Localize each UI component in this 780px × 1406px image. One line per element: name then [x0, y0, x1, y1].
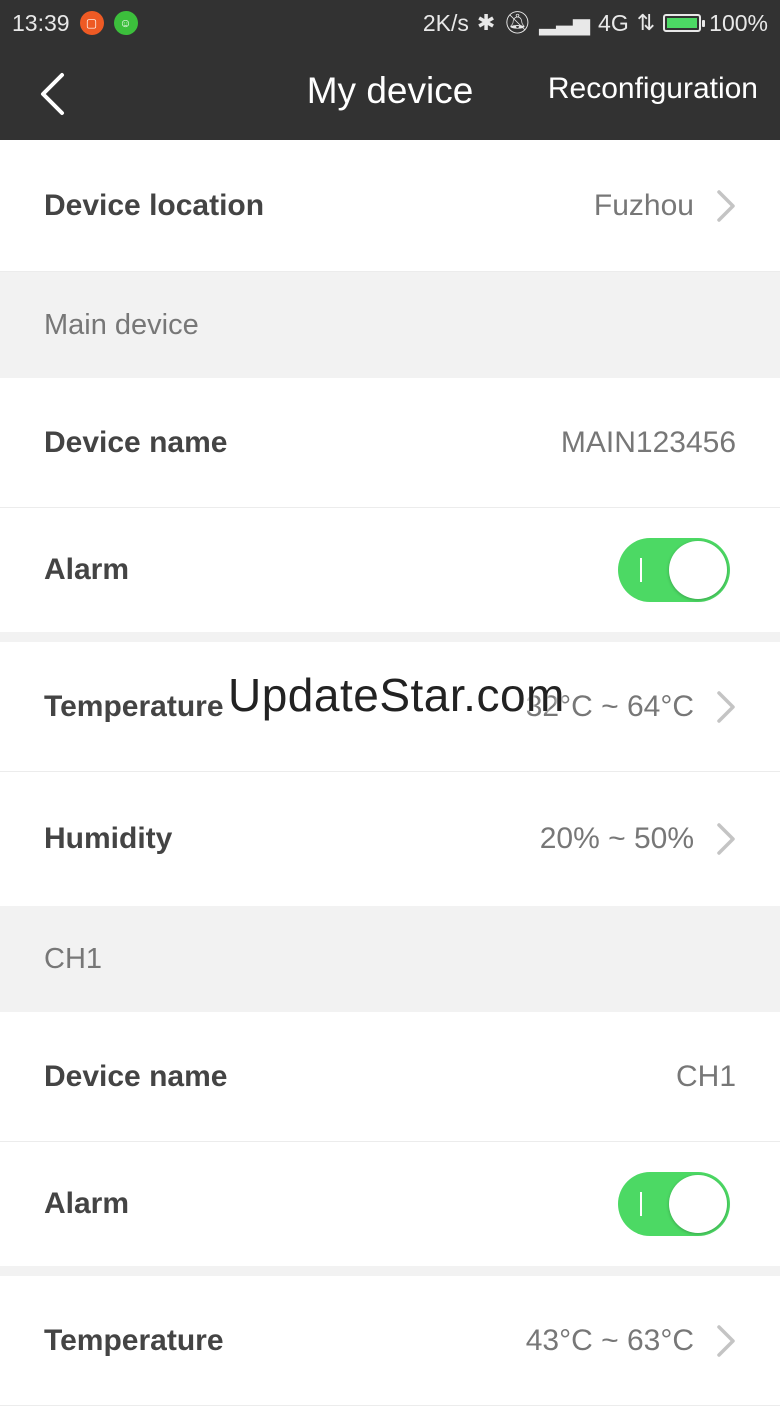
device-settings-list: Device location Fuzhou Main device Devic… — [0, 140, 780, 1406]
main-humidity-row[interactable]: Humidity 20% ~ 50% — [0, 772, 780, 906]
network-speed: 2K/s — [422, 9, 469, 36]
chevron-left-icon — [41, 73, 64, 115]
status-time: 13:39 — [12, 9, 70, 36]
toggle-on-indicator — [640, 558, 642, 582]
toggle-knob — [669, 1175, 727, 1233]
divider — [0, 632, 780, 642]
ch1-alarm-row: Alarm — [0, 1142, 780, 1266]
app-header: My device Reconfiguration — [0, 46, 780, 140]
ch1-temperature-row[interactable]: Temperature 43°C ~ 63°C — [0, 1276, 780, 1406]
chevron-right-icon — [717, 823, 735, 855]
battery-percent: 100% — [709, 9, 768, 36]
battery-icon — [663, 14, 706, 32]
alarm-label: Alarm — [44, 1187, 130, 1220]
ch1-section-header: CH1 — [0, 906, 780, 1012]
back-button[interactable] — [22, 64, 82, 124]
main-device-section-header: Main device — [0, 272, 780, 378]
chevron-right-icon — [717, 690, 735, 723]
signal-icon: ▂▃▅ — [539, 10, 591, 35]
silent-icon: 🔕︎ — [503, 10, 532, 35]
chevron-right-icon — [717, 1324, 735, 1357]
ch1-device-name-row[interactable]: Device name CH1 — [0, 1012, 780, 1142]
device-name-value: CH1 — [675, 1059, 736, 1093]
ch1-alarm-toggle[interactable] — [618, 1172, 730, 1236]
divider — [0, 1266, 780, 1276]
device-location-value: Fuzhou — [593, 188, 694, 222]
temperature-value: 43°C ~ 63°C — [525, 1323, 694, 1357]
device-name-value: MAIN123456 — [560, 425, 736, 459]
main-device-name-row[interactable]: Device name MAIN123456 — [0, 378, 780, 508]
toggle-knob — [669, 541, 727, 599]
status-right: 2K/s ✱ 🔕︎ ▂▃▅ 4G ⇅ 100% — [423, 10, 780, 37]
status-left: 13:39 ▢ ☺ — [0, 10, 138, 37]
status-bar: 13:39 ▢ ☺ 2K/s ✱ 🔕︎ ▂▃▅ 4G ⇅ 100% — [0, 0, 780, 46]
watermark-text: UpdateStar.com — [228, 669, 565, 721]
humidity-label: Humidity — [44, 822, 173, 855]
device-location-row[interactable]: Device location Fuzhou — [0, 140, 780, 272]
humidity-value: 20% ~ 50% — [539, 822, 694, 855]
toggle-on-indicator — [640, 1192, 642, 1216]
data-transfer-icon: ⇅ — [636, 10, 656, 35]
bluetooth-icon: ✱ — [476, 10, 496, 35]
alarm-label: Alarm — [44, 553, 130, 586]
temperature-label: Temperature — [44, 1323, 224, 1357]
main-alarm-toggle[interactable] — [618, 538, 730, 602]
app-notification-icon: ▢ — [79, 11, 104, 35]
chevron-right-icon — [717, 189, 735, 222]
device-name-label: Device name — [44, 1059, 228, 1093]
device-name-label: Device name — [44, 425, 228, 459]
network-type: 4G — [598, 9, 629, 36]
main-alarm-row: Alarm — [0, 508, 780, 632]
device-location-label: Device location — [44, 188, 265, 222]
reconfiguration-button[interactable]: Reconfiguration — [548, 46, 758, 140]
android-notification-icon: ☺ — [113, 11, 138, 35]
